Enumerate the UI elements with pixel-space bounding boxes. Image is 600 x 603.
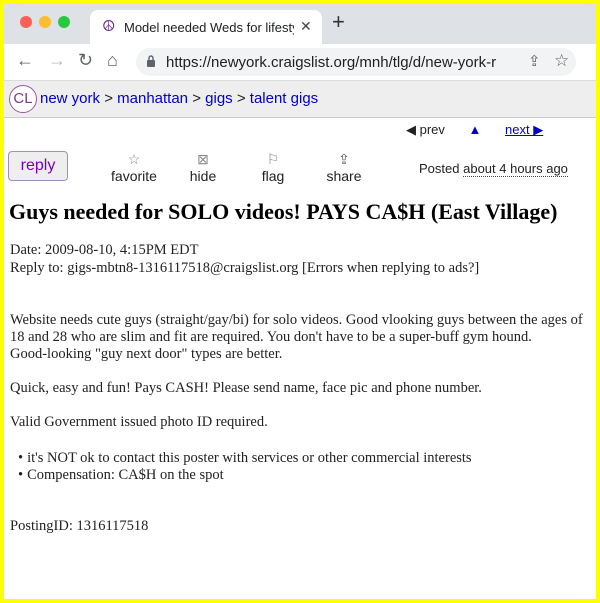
body-line: 18 and 28 who are slim and fit are requi… (10, 329, 532, 345)
up-link[interactable]: ▲ (469, 122, 482, 137)
craigslist-logo[interactable]: CL (9, 85, 37, 113)
list-item: • Compensation: CA$H on the spot (18, 467, 224, 483)
close-tab-icon[interactable]: ✕ (300, 18, 312, 35)
star-icon: ☆ (127, 151, 141, 167)
craigslist-header: CL new york > manhattan > gigs > talent … (4, 81, 596, 118)
next-link[interactable]: next ▶ (505, 122, 543, 137)
posted-ago: about 4 hours ago (463, 161, 568, 177)
body-line: Good-looking "guy next door" types are b… (10, 346, 283, 362)
bookmark-star-icon[interactable]: ☆ (554, 51, 569, 71)
browser-window: ☮ Model needed Weds for lifestyl ✕ + ← →… (4, 4, 596, 599)
tab-title: Model needed Weds for lifestyl (124, 20, 294, 35)
share-button[interactable]: ⇪ share (324, 150, 364, 184)
reply-button[interactable]: reply (8, 151, 68, 181)
posting-title: Guys needed for SOLO videos! PAYS CA$H (… (9, 199, 558, 224)
notice-list: • it's NOT ok to contact this poster with… (10, 450, 472, 484)
share-page-icon[interactable]: ⇪ (528, 52, 541, 70)
flag-button[interactable]: ⚐ flag (257, 150, 289, 184)
posting-id: PostingID: 1316117518 (10, 518, 149, 534)
compensation-text: Compensation: CA$H on the spot (27, 467, 224, 483)
posted-time: Posted about 4 hours ago (419, 161, 568, 177)
minimize-window-button[interactable] (39, 16, 51, 28)
breadcrumb-new-york[interactable]: new york (40, 90, 100, 107)
maximize-window-button[interactable] (58, 16, 70, 28)
peace-icon: ☮ (102, 18, 116, 35)
breadcrumb-manhattan[interactable]: manhattan (117, 90, 188, 107)
posted-label: Posted (419, 161, 460, 176)
body-paragraph: Quick, easy and fun! Pays CASH! Please s… (10, 380, 482, 396)
body-paragraph: Valid Government issued photo ID require… (10, 414, 268, 430)
forward-arrow-icon[interactable]: → (48, 50, 66, 70)
share-icon: ⇪ (338, 151, 350, 167)
notice-text: it's NOT ok to contact this poster with … (27, 450, 472, 466)
trash-icon: ⊠ (197, 151, 209, 167)
favorite-label: favorite (111, 168, 157, 184)
tab-strip: ☮ Model needed Weds for lifestyl ✕ + (4, 4, 596, 44)
list-item: • it's NOT ok to contact this poster with… (18, 450, 472, 466)
home-icon[interactable]: ⌂ (107, 50, 118, 70)
posting-date: Date: 2009-08-10, 4:15PM EDT (10, 242, 199, 258)
breadcrumb-talent-gigs[interactable]: talent gigs (250, 90, 318, 107)
hide-button[interactable]: ⊠ hide (185, 150, 221, 184)
lock-icon (147, 55, 155, 67)
flag-icon: ⚐ (266, 151, 280, 167)
url-text[interactable]: https://newyork.craigslist.org/mnh/tlg/d… (166, 54, 496, 71)
browser-toolbar: ← → ↻ ⌂ https://newyork.craigslist.org/m… (4, 44, 596, 81)
back-arrow-icon[interactable]: ← (16, 50, 34, 70)
breadcrumb-separator: > (104, 90, 113, 107)
hide-label: hide (189, 168, 217, 184)
breadcrumb: new york > manhattan > gigs > talent gig… (40, 90, 318, 107)
breadcrumb-separator: > (236, 90, 246, 107)
browser-tab[interactable]: ☮ Model needed Weds for lifestyl ✕ (90, 10, 322, 44)
body-line: Website needs cute guys (straight/gay/bi… (10, 312, 583, 328)
prev-link[interactable]: ◀ prev (406, 122, 445, 137)
address-bar[interactable]: https://newyork.craigslist.org/mnh/tlg/d… (136, 48, 576, 76)
close-window-button[interactable] (20, 16, 32, 28)
new-tab-button[interactable]: + (332, 11, 345, 33)
prev-label: prev (419, 122, 445, 137)
reply-to[interactable]: Reply to: gigs-mbtn8-1316117518@craigsli… (10, 260, 479, 277)
favorite-button[interactable]: ☆ favorite (110, 150, 158, 184)
breadcrumb-separator: > (192, 90, 201, 107)
flag-label: flag (261, 168, 285, 184)
prev-next-nav: ◀ prev ▲ next ▶ (406, 122, 543, 138)
reload-icon[interactable]: ↻ (78, 50, 93, 70)
breadcrumb-gigs[interactable]: gigs (205, 90, 233, 107)
share-label: share (326, 168, 362, 184)
